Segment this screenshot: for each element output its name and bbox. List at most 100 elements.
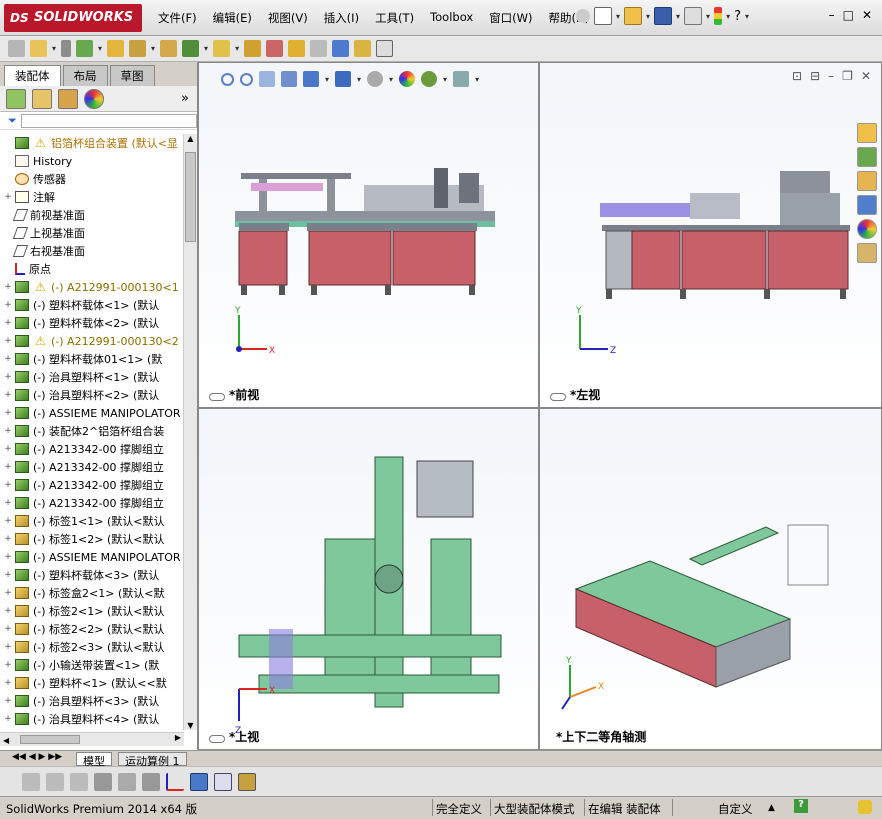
show-hidden-icon[interactable] — [160, 40, 178, 57]
chevron-up-icon[interactable]: ▲ — [768, 803, 775, 813]
tree-item[interactable]: + ⚠ (-) A212991-000130<2 — [0, 332, 184, 350]
mate-icon[interactable] — [61, 40, 72, 57]
print-icon[interactable] — [684, 7, 703, 25]
chevron-down-icon[interactable]: ▾ — [676, 12, 680, 21]
tree-item[interactable]: + (-) ASSIEME MANIPOLATOR — [0, 548, 184, 566]
tab-assembly[interactable]: 装配体 — [4, 65, 61, 86]
menu-edit[interactable]: 编辑(E) — [205, 10, 260, 26]
lines-icon[interactable] — [94, 772, 112, 791]
open-folder-icon[interactable] — [624, 7, 643, 25]
save-icon[interactable] — [654, 7, 673, 25]
link-views-icon[interactable] — [209, 393, 225, 401]
tree-item[interactable]: + (-) 标签2<1> (默认<默认 — [0, 602, 184, 620]
tag-icon[interactable] — [858, 800, 872, 814]
expand-toggle-icon[interactable]: + — [3, 354, 13, 364]
window-tile-icon[interactable] — [214, 772, 232, 791]
interference-detection-icon[interactable] — [332, 40, 350, 57]
expand-toggle-icon[interactable]: + — [3, 282, 13, 292]
expand-toggle-icon[interactable]: + — [3, 606, 13, 616]
expand-toggle-icon[interactable]: + — [3, 624, 13, 634]
expand-toggle-icon[interactable]: + — [3, 588, 13, 598]
tab-nav-arrows[interactable]: ◀◀ ◀ ▶ ▶▶ — [6, 752, 68, 766]
expand-toggle-icon[interactable]: + — [3, 336, 13, 346]
new-document-icon[interactable] — [594, 7, 612, 25]
display-manager-icon[interactable] — [84, 88, 104, 109]
expand-toggle-icon[interactable]: + — [3, 534, 13, 544]
tree-item[interactable]: + (-) 标签1<1> (默认<默认 — [0, 512, 184, 530]
align-icon[interactable] — [142, 772, 160, 791]
property-manager-icon[interactable] — [32, 88, 52, 109]
explode-line-sketch-icon[interactable] — [310, 40, 328, 57]
chevron-down-icon[interactable]: ▾ — [616, 12, 620, 21]
close-button[interactable]: ✕ — [862, 8, 872, 22]
tree-item[interactable]: + (-) 塑料杯载体<1> (默认 — [0, 296, 184, 314]
scroll-up-icon[interactable]: ▲ — [184, 134, 197, 143]
clearance-verification-icon[interactable] — [354, 40, 372, 57]
minimize-button[interactable]: – — [829, 8, 835, 22]
expand-toggle-icon[interactable]: + — [3, 552, 13, 562]
render-icon[interactable] — [238, 772, 256, 791]
expand-toggle-icon[interactable]: + — [3, 678, 13, 688]
help-icon[interactable]: ? — [734, 9, 741, 24]
new-motion-study-icon[interactable] — [244, 40, 262, 57]
expand-toggle-icon[interactable]: + — [3, 192, 13, 202]
smart-fasteners-icon[interactable] — [107, 40, 125, 57]
expand-toggle-icon[interactable]: + — [3, 642, 13, 652]
feature-manager-icon[interactable] — [6, 88, 26, 109]
tree-item[interactable]: + (-) 标签1<2> (默认<默认 — [0, 530, 184, 548]
menu-tools[interactable]: 工具(T) — [367, 10, 422, 26]
tree-vertical-scrollbar[interactable]: ▲ ▼ — [183, 134, 197, 730]
pin-icon[interactable] — [576, 9, 590, 23]
expand-panel-icon[interactable]: » — [181, 91, 189, 106]
menu-toolbox[interactable]: Toolbox — [422, 10, 481, 26]
tree-root-assembly[interactable]: ⚠ 铝箔杯组合装置 (默认<显 — [0, 134, 184, 152]
menu-file[interactable]: 文件(F) — [150, 10, 205, 26]
tree-item[interactable]: 上视基准面 — [0, 224, 184, 242]
grid-icon[interactable] — [118, 772, 136, 791]
tree-item[interactable]: + (-) 标签2<3> (默认<默认 — [0, 638, 184, 656]
tree-item[interactable]: + (-) 治具塑料杯<3> (默认 — [0, 692, 184, 710]
maximize-button[interactable]: □ — [843, 8, 854, 22]
traffic-light-icon[interactable] — [714, 7, 723, 25]
new-assembly-icon[interactable] — [30, 40, 47, 57]
chevron-down-icon[interactable]: ▾ — [151, 44, 155, 53]
configuration-manager-icon[interactable] — [58, 88, 78, 109]
bill-of-materials-icon[interactable] — [266, 40, 284, 57]
solidworks-logo[interactable]: DS SOLIDWORKS — [4, 4, 142, 32]
rebuild-icon[interactable] — [46, 772, 64, 791]
tree-item[interactable]: + (-) 塑料杯<1> (默认<<默 — [0, 674, 184, 692]
tab-model[interactable]: 模型 — [76, 752, 112, 768]
menu-insert[interactable]: 插入(I) — [316, 10, 367, 26]
expand-toggle-icon[interactable]: + — [3, 516, 13, 526]
chevron-down-icon[interactable]: ▾ — [706, 12, 710, 21]
menu-view[interactable]: 视图(V) — [260, 10, 316, 26]
status-large-assembly-mode[interactable]: 大型装配体模式 — [494, 801, 575, 817]
tree-item[interactable]: + (-) ASSIEME MANIPOLATOR — [0, 404, 184, 422]
chevron-down-icon[interactable]: ▾ — [52, 44, 56, 53]
viewport-left[interactable]: ⊡ ⊟ – ❐ ✕ Y Z *左视 — [539, 62, 882, 408]
tree-item[interactable]: + 注解 — [0, 188, 184, 206]
chevron-down-icon[interactable]: ▾ — [235, 44, 239, 53]
scrollbar-thumb[interactable] — [185, 152, 196, 242]
help-status-icon[interactable]: ? — [794, 799, 808, 813]
tree-item[interactable]: + (-) 治具塑料杯<4> (默认 — [0, 710, 184, 728]
filter-icon[interactable]: ⏷ — [8, 114, 17, 128]
tree-item[interactable]: History — [0, 152, 184, 170]
tab-motion-study[interactable]: 运动算例 1 — [118, 752, 187, 768]
linear-pattern-icon[interactable] — [76, 40, 94, 57]
viewport-front[interactable]: ▾ ▾ ▾ ▾ ▾ Y X *前视 — [198, 62, 539, 408]
tree-item[interactable]: + (-) 塑料杯载体01<1> (默 — [0, 350, 184, 368]
expand-toggle-icon[interactable]: + — [3, 462, 13, 472]
expand-toggle-icon[interactable]: + — [3, 444, 13, 454]
tab-sketch[interactable]: 草图 — [109, 65, 155, 86]
tree-item[interactable]: + (-) 塑料杯载体<3> (默认 — [0, 566, 184, 584]
view-cube-icon[interactable] — [190, 772, 208, 791]
scroll-right-icon[interactable]: ▶ — [175, 733, 181, 742]
smart-dimension-icon[interactable] — [22, 772, 40, 791]
tree-item[interactable]: 原点 — [0, 260, 184, 278]
chevron-down-icon[interactable]: ▾ — [646, 12, 650, 21]
viewport-isometric[interactable]: Y X *上下二等角轴测 — [539, 408, 882, 750]
tree-item[interactable]: + (-) 标签2<2> (默认<默认 — [0, 620, 184, 638]
assembly-features-icon[interactable] — [182, 40, 200, 57]
tree-item[interactable]: + (-) A213342-00 撑脚组立 — [0, 476, 184, 494]
